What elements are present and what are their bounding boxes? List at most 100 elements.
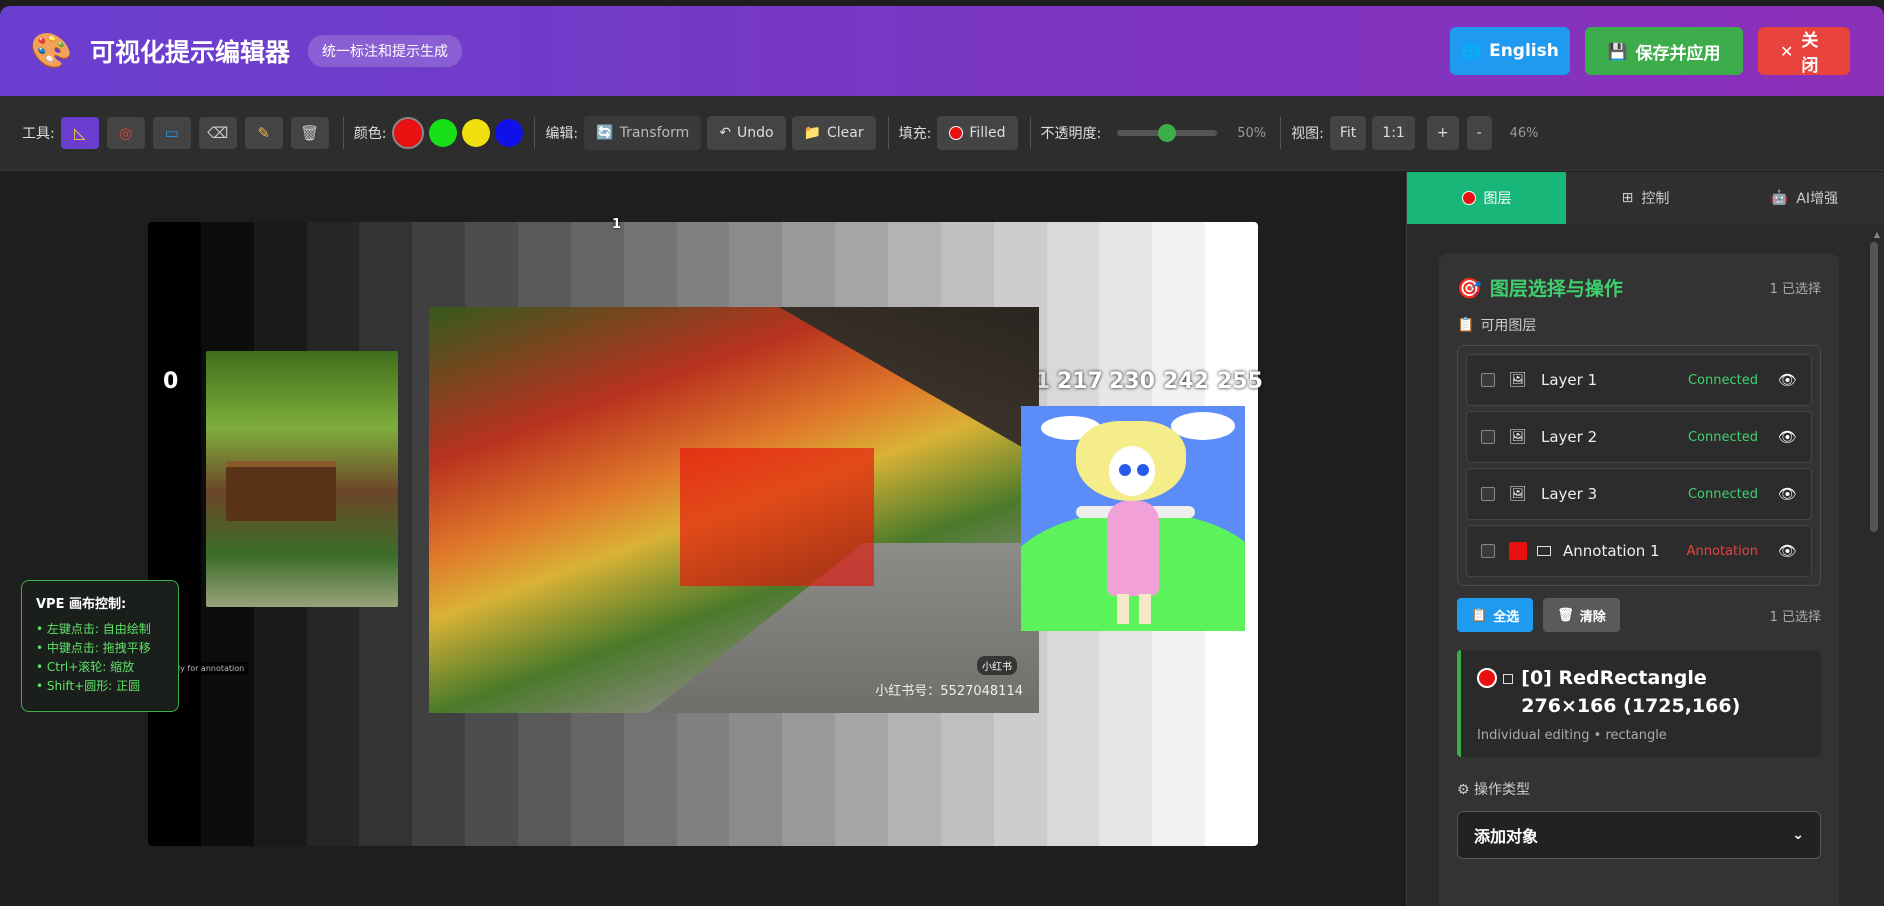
toolbar: 工具: ◺ ◎ ▭ ⌫ ✎ 🗑 颜色: 编辑: 🔄 Transform ↶ Un… — [0, 96, 1884, 171]
trash-tool-button[interactable]: 🗑 — [290, 117, 329, 149]
selected-object-card[interactable]: [0] RedRectangle 276×166 (1725,166) Indi… — [1457, 650, 1821, 757]
color-swatch-green[interactable] — [429, 119, 458, 147]
selected-count-secondary: 1 已选择 — [1769, 609, 1821, 625]
eye-icon[interactable]: 👁 — [1778, 542, 1797, 560]
tab-layers[interactable]: 图层 — [1407, 172, 1566, 224]
zoom-out-button[interactable]: - — [1466, 116, 1492, 150]
tab-controls[interactable]: ⊞ 控制 — [1566, 172, 1725, 224]
layer-name: Layer 2 — [1541, 428, 1598, 446]
panel-tabs: 图层 ⊞ 控制 🤖 AI增强 — [1407, 172, 1884, 224]
clipboard-icon: 📋 — [1471, 607, 1488, 623]
red-square-icon — [1509, 542, 1527, 560]
color-swatch-yellow[interactable] — [462, 119, 491, 147]
scroll-up-arrow-icon[interactable]: ▲ — [1874, 230, 1880, 239]
grid-icon: ⊞ — [1621, 190, 1634, 206]
color-swatch-blue[interactable] — [495, 119, 524, 147]
tab-label: 图层 — [1483, 191, 1512, 207]
layer-status: Connected — [1687, 372, 1758, 388]
folder-icon: 📁 — [803, 125, 821, 141]
eye-icon[interactable]: 👁 — [1778, 485, 1797, 503]
opacity-slider[interactable] — [1117, 124, 1218, 142]
dress-shape — [1107, 501, 1159, 596]
layer-name: Layer 1 — [1541, 371, 1598, 389]
image-icon: 🖼 — [1509, 372, 1527, 388]
edit-label: 编辑: — [545, 126, 579, 142]
vpe-hint-item: • Shift+圆形: 正圆 — [36, 679, 141, 693]
rectangle-tool-button[interactable]: ▭ — [152, 117, 191, 149]
layer-checkbox[interactable] — [1481, 373, 1495, 387]
triangle-tool-button[interactable]: ◺ — [60, 117, 99, 149]
panel-scrollbar[interactable] — [1870, 242, 1878, 532]
eye-shape — [1119, 464, 1131, 476]
triangle-ruler-icon: ◺ — [73, 124, 86, 142]
save-apply-button[interactable]: 💾 保存并应用 — [1585, 27, 1743, 75]
pencil-icon: ✎ — [257, 124, 270, 142]
clear-label: Clear — [826, 125, 864, 141]
vpe-canvas-controls-hint: VPE 画布控制: • 左键点击: 自由绘制 • 中键点击: 拖拽平移 • Ct… — [21, 580, 179, 712]
object-subtitle: Individual editing • rectangle — [1477, 728, 1667, 743]
image-icon: 🖼 — [1509, 486, 1527, 502]
filled-toggle-button[interactable]: Filled — [937, 116, 1018, 150]
layer-checkbox[interactable] — [1481, 487, 1495, 501]
trash-icon: 🗑 — [1557, 607, 1574, 623]
clear-selection-button[interactable]: 🗑 清除 — [1543, 598, 1620, 632]
gradient-label-255: 255 — [1217, 369, 1263, 394]
colors-label: 颜色: — [353, 126, 387, 142]
tools-label: 工具: — [22, 126, 55, 142]
filled-label: Filled — [969, 125, 1006, 141]
annotation-red-rectangle[interactable] — [680, 448, 874, 586]
layer-checkbox[interactable] — [1481, 544, 1495, 558]
header-bar: 🎨 可视化提示编辑器 统一标注和提示生成 🌐 English 💾 保存并应用 ✕… — [0, 6, 1884, 96]
zoom-in-button[interactable]: + — [1426, 116, 1459, 150]
pencil-tool-button[interactable]: ✎ — [244, 117, 283, 149]
select-all-label: 全选 — [1493, 609, 1520, 625]
select-all-button[interactable]: 📋 全选 — [1457, 598, 1534, 632]
circle-tool-button[interactable]: ◎ — [106, 117, 145, 149]
rectangle-icon: ▭ — [164, 124, 179, 142]
layer-status: Annotation — [1686, 543, 1758, 559]
red-circle-icon — [1461, 191, 1476, 205]
layer-3-image-cartoon[interactable] — [1021, 406, 1245, 631]
one-to-one-button[interactable]: 1:1 — [1372, 116, 1415, 150]
save-label: 保存并应用 — [1635, 43, 1721, 64]
view-label: 视图: — [1291, 126, 1324, 142]
operation-type-select[interactable]: 添加对象 ⌄ — [1457, 811, 1821, 859]
eye-icon[interactable]: 👁 — [1778, 428, 1797, 446]
eraser-tool-button[interactable]: ⌫ — [198, 117, 237, 149]
watermark-text: 小红书号：5527048114 — [875, 684, 1023, 699]
object-title: [0] RedRectangle 276×166 (1725,166) — [1521, 667, 1741, 717]
layer-row[interactable]: 🖼 Layer 2 Connected 👁 — [1466, 411, 1812, 463]
image-icon: 🖼 — [1509, 429, 1527, 445]
slider-handle[interactable] — [1158, 124, 1177, 142]
gear-icon: ⚙ — [1457, 782, 1470, 798]
eye-icon[interactable]: 👁 — [1778, 371, 1797, 389]
layer-1-image-pavilion[interactable] — [206, 351, 398, 607]
layer-checkbox[interactable] — [1481, 430, 1495, 444]
layer-row[interactable]: 🖼 Layer 3 Connected 👁 — [1466, 468, 1812, 520]
color-swatch-red[interactable] — [392, 117, 425, 149]
watermark-badge: 小红书 — [977, 656, 1017, 675]
tab-ai-enhance[interactable]: 🤖 AI增强 — [1725, 172, 1884, 224]
target-icon: ◎ — [119, 124, 133, 142]
language-label: English — [1489, 41, 1559, 61]
undo-button[interactable]: ↶ Undo — [707, 116, 786, 150]
fill-label: 填充: — [898, 126, 932, 142]
close-button[interactable]: ✕ 关闭 — [1758, 27, 1850, 76]
section-title: 图层选择与操作 — [1489, 278, 1623, 300]
layer-row[interactable]: 🖼 Layer 1 Connected 👁 — [1466, 354, 1812, 406]
rectangle-icon — [1503, 674, 1514, 684]
selected-count: 1 已选择 — [1769, 282, 1821, 297]
close-icon: ✕ — [1780, 41, 1794, 61]
opacity-label: 不透明度: — [1040, 126, 1102, 142]
eraser-icon: ⌫ — [207, 124, 229, 142]
clear-button[interactable]: 📁 Clear — [791, 116, 876, 150]
transform-button[interactable]: 🔄 Transform — [584, 116, 702, 150]
clipboard-icon: 📋 — [1457, 317, 1475, 333]
save-icon: 💾 — [1607, 41, 1628, 61]
gray-stripe — [148, 222, 201, 846]
globe-icon: 🌐 — [1461, 41, 1482, 61]
fit-button[interactable]: Fit — [1329, 116, 1367, 150]
language-button[interactable]: 🌐 English — [1450, 27, 1570, 75]
layer-row[interactable]: Annotation 1 Annotation 👁 — [1466, 525, 1812, 577]
divider — [342, 117, 344, 149]
